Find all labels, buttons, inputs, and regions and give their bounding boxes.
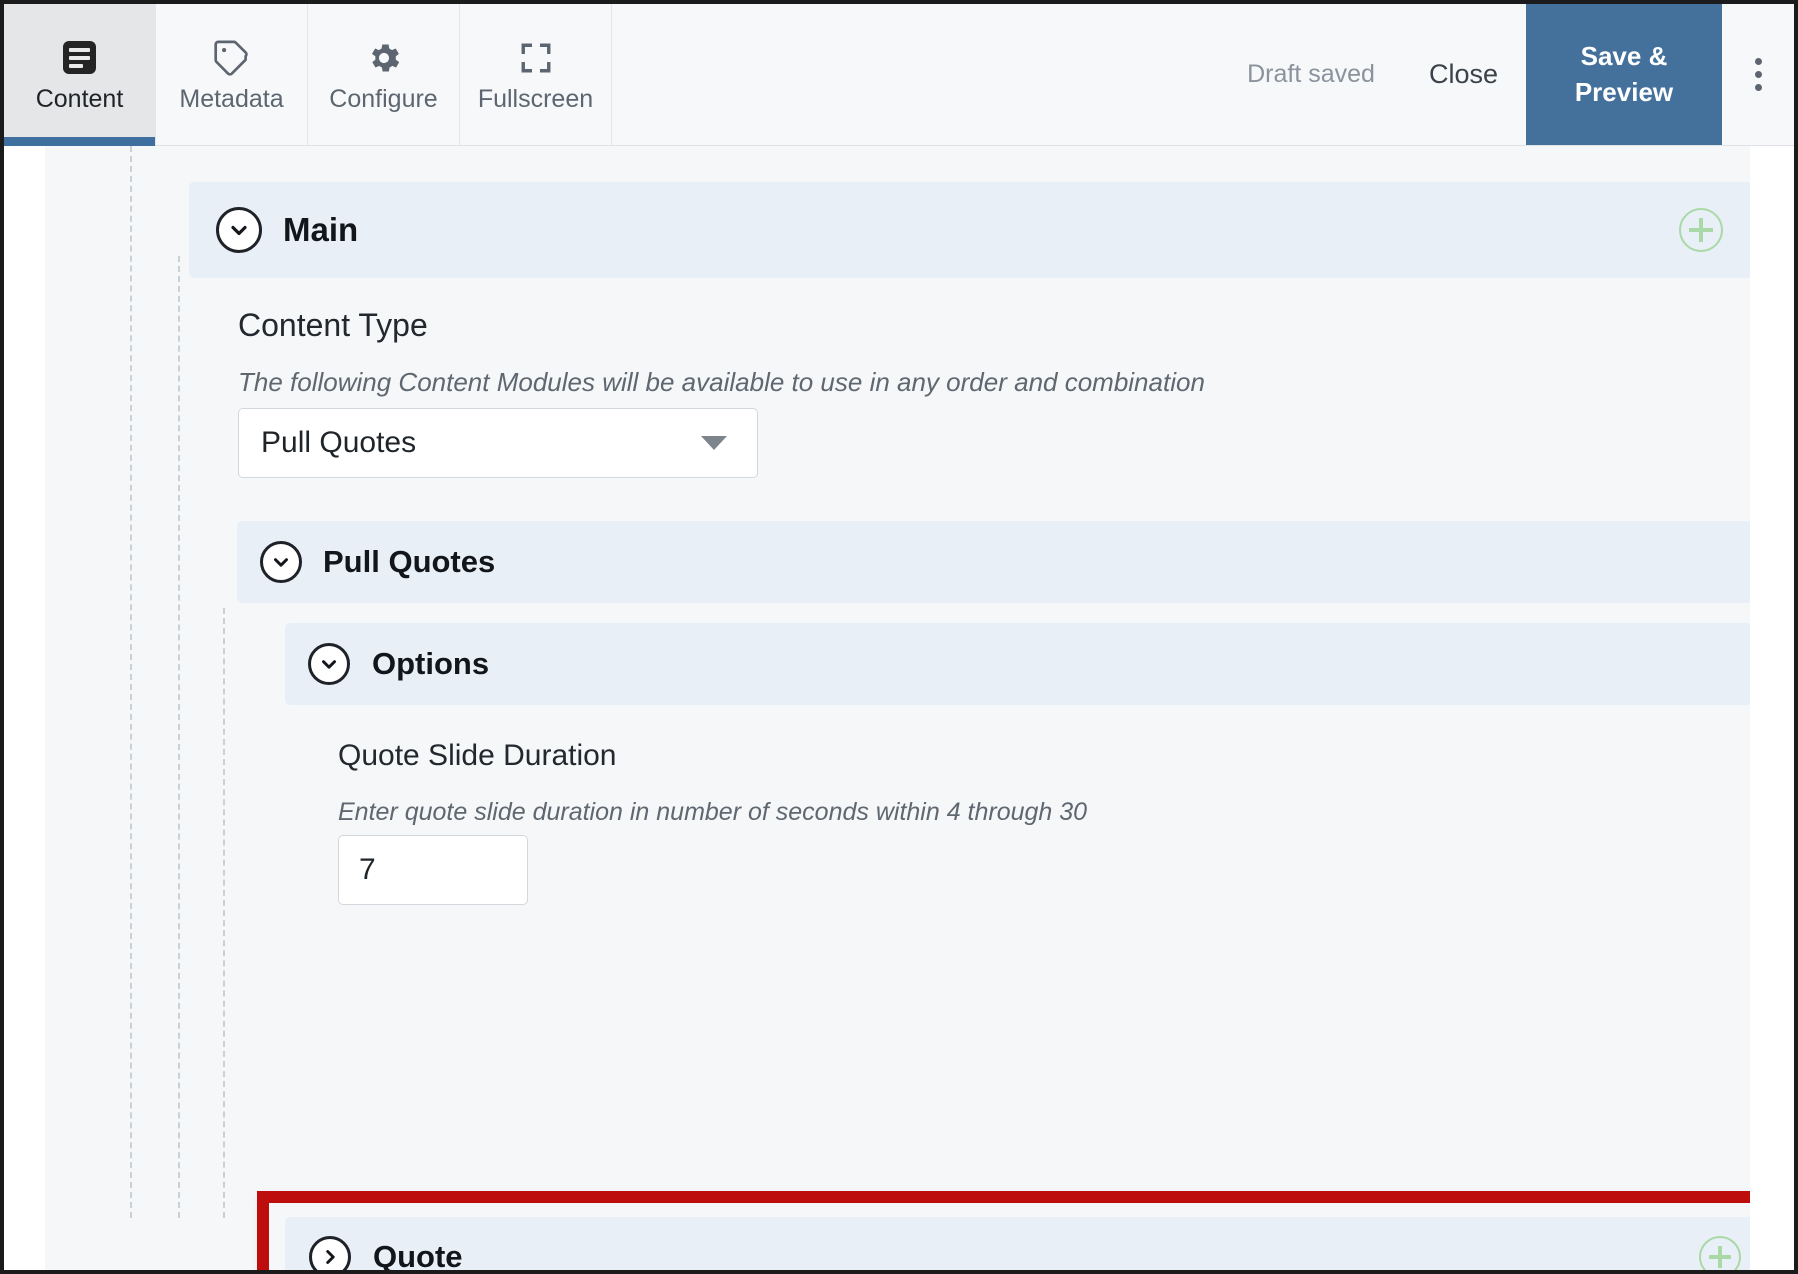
chevron-down-icon[interactable] (260, 541, 302, 583)
content-type-selected-value: Pull Quotes (261, 426, 417, 459)
content-type-label: Content Type (238, 307, 428, 343)
tag-icon (212, 38, 252, 78)
quote-slide-duration-input[interactable] (338, 835, 528, 905)
indent-guide-2 (178, 256, 180, 1218)
draft-status: Draft saved (1247, 60, 1375, 88)
tab-configure[interactable]: Configure (308, 4, 460, 145)
section-header-options[interactable]: Options (285, 623, 1753, 705)
section-header-pull-quotes[interactable]: Pull Quotes (237, 521, 1753, 603)
highlight-annotation: Quote (257, 1191, 1793, 1274)
form-canvas: Main Content Type The following Content … (45, 146, 1794, 1274)
quote-slide-duration-label: Quote Slide Duration (338, 739, 617, 772)
section-title-pull-quotes: Pull Quotes (323, 544, 496, 579)
tab-fullscreen[interactable]: Fullscreen (460, 4, 612, 145)
tab-content[interactable]: Content (4, 4, 156, 146)
quote-slide-duration-help: Enter quote slide duration in number of … (338, 798, 1088, 826)
indent-guide-3 (223, 608, 225, 1218)
section-title-options: Options (372, 646, 490, 681)
save-preview-line1: Save & (1580, 41, 1668, 72)
field-content-type: Content Type The following Content Modul… (238, 306, 1205, 400)
chevron-down-icon-select (701, 436, 727, 450)
tab-metadata[interactable]: Metadata (156, 4, 308, 145)
plus-circle-icon-quote[interactable] (1699, 1236, 1741, 1270)
section-header-main[interactable]: Main (189, 182, 1753, 278)
fullscreen-icon (516, 38, 556, 78)
close-button[interactable]: Close (1401, 4, 1526, 145)
section-title-main: Main (283, 211, 359, 248)
tab-configure-label: Configure (329, 84, 438, 113)
chevron-right-icon[interactable] (309, 1236, 351, 1270)
content-type-select[interactable]: Pull Quotes (238, 408, 758, 478)
save-preview-line2: Preview (1574, 76, 1674, 107)
tab-metadata-label: Metadata (179, 84, 284, 113)
tab-fullscreen-label: Fullscreen (477, 84, 594, 113)
section-title-quote: Quote (373, 1239, 463, 1274)
indent-guide-1 (130, 146, 132, 1218)
tab-content-label: Content (35, 84, 124, 113)
chevron-down-icon[interactable] (308, 643, 350, 685)
editor-toolbar: Content Metadata Configure Fullscreen Dr… (4, 4, 1794, 146)
chevron-down-icon[interactable] (216, 207, 262, 253)
editor-body: Main Content Type The following Content … (4, 146, 1794, 1274)
save-and-preview-button[interactable]: Save & Preview (1526, 4, 1722, 145)
field-quote-slide-duration: Quote Slide Duration Enter quote slide d… (338, 738, 1087, 829)
plus-circle-icon-main[interactable] (1679, 208, 1723, 252)
content-icon (60, 38, 100, 78)
more-vertical-icon[interactable] (1722, 4, 1794, 145)
gear-icon (364, 38, 404, 78)
editor-window: Content Metadata Configure Fullscreen Dr… (0, 0, 1798, 1274)
right-gutter (1750, 146, 1794, 1270)
content-type-help: The following Content Modules will be av… (238, 367, 1205, 398)
section-header-quote[interactable]: Quote (285, 1217, 1775, 1274)
